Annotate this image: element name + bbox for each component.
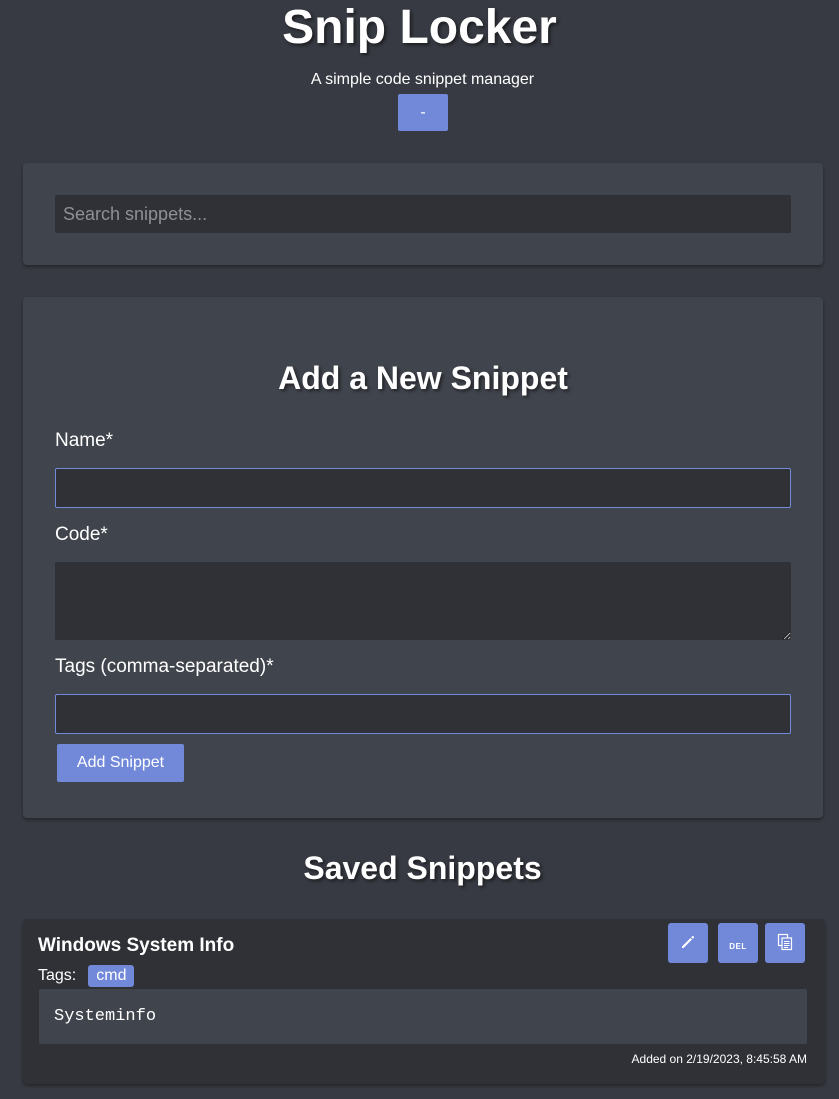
copy-icon <box>777 933 793 954</box>
saved-snippets-title: Saved Snippets <box>303 850 542 886</box>
code-label: Code* <box>55 524 108 545</box>
form-title: Add a New Snippet <box>278 360 568 396</box>
snippet-timestamp: Added on 2/19/2023, 8:45:58 AM <box>631 1052 807 1066</box>
tags-label: Tags (comma-separated)* <box>55 656 274 677</box>
delete-label: DEL <box>729 941 747 951</box>
add-snippet-form: Add a New Snippet Name* Code* Tags (comm… <box>23 297 823 818</box>
code-field[interactable] <box>55 562 791 640</box>
add-snippet-button[interactable]: Add Snippet <box>57 744 184 782</box>
tag-badge[interactable]: cmd <box>88 965 135 987</box>
pencil-icon <box>680 934 696 953</box>
name-field[interactable] <box>55 468 791 508</box>
snippet-name: Windows System Info <box>38 935 235 956</box>
tags-prefix: Tags: <box>38 967 77 984</box>
toggle-form-button[interactable]: - <box>398 94 448 131</box>
search-input[interactable] <box>55 195 791 233</box>
snippet-code: Systeminfo <box>39 989 807 1044</box>
delete-snippet-button[interactable]: DEL <box>718 923 758 963</box>
snippet-tags: Tags: cmd <box>38 965 135 987</box>
app-title: Snip Locker <box>282 1 557 54</box>
name-label: Name* <box>55 430 114 451</box>
snippet-card: Windows System Info DEL Tags: cmd System… <box>23 919 825 1084</box>
search-card <box>23 163 823 265</box>
app-subtitle: A simple code snippet manager <box>310 71 535 88</box>
tags-field[interactable] <box>55 694 791 734</box>
edit-snippet-button[interactable] <box>668 923 708 963</box>
copy-snippet-button[interactable] <box>765 923 805 963</box>
